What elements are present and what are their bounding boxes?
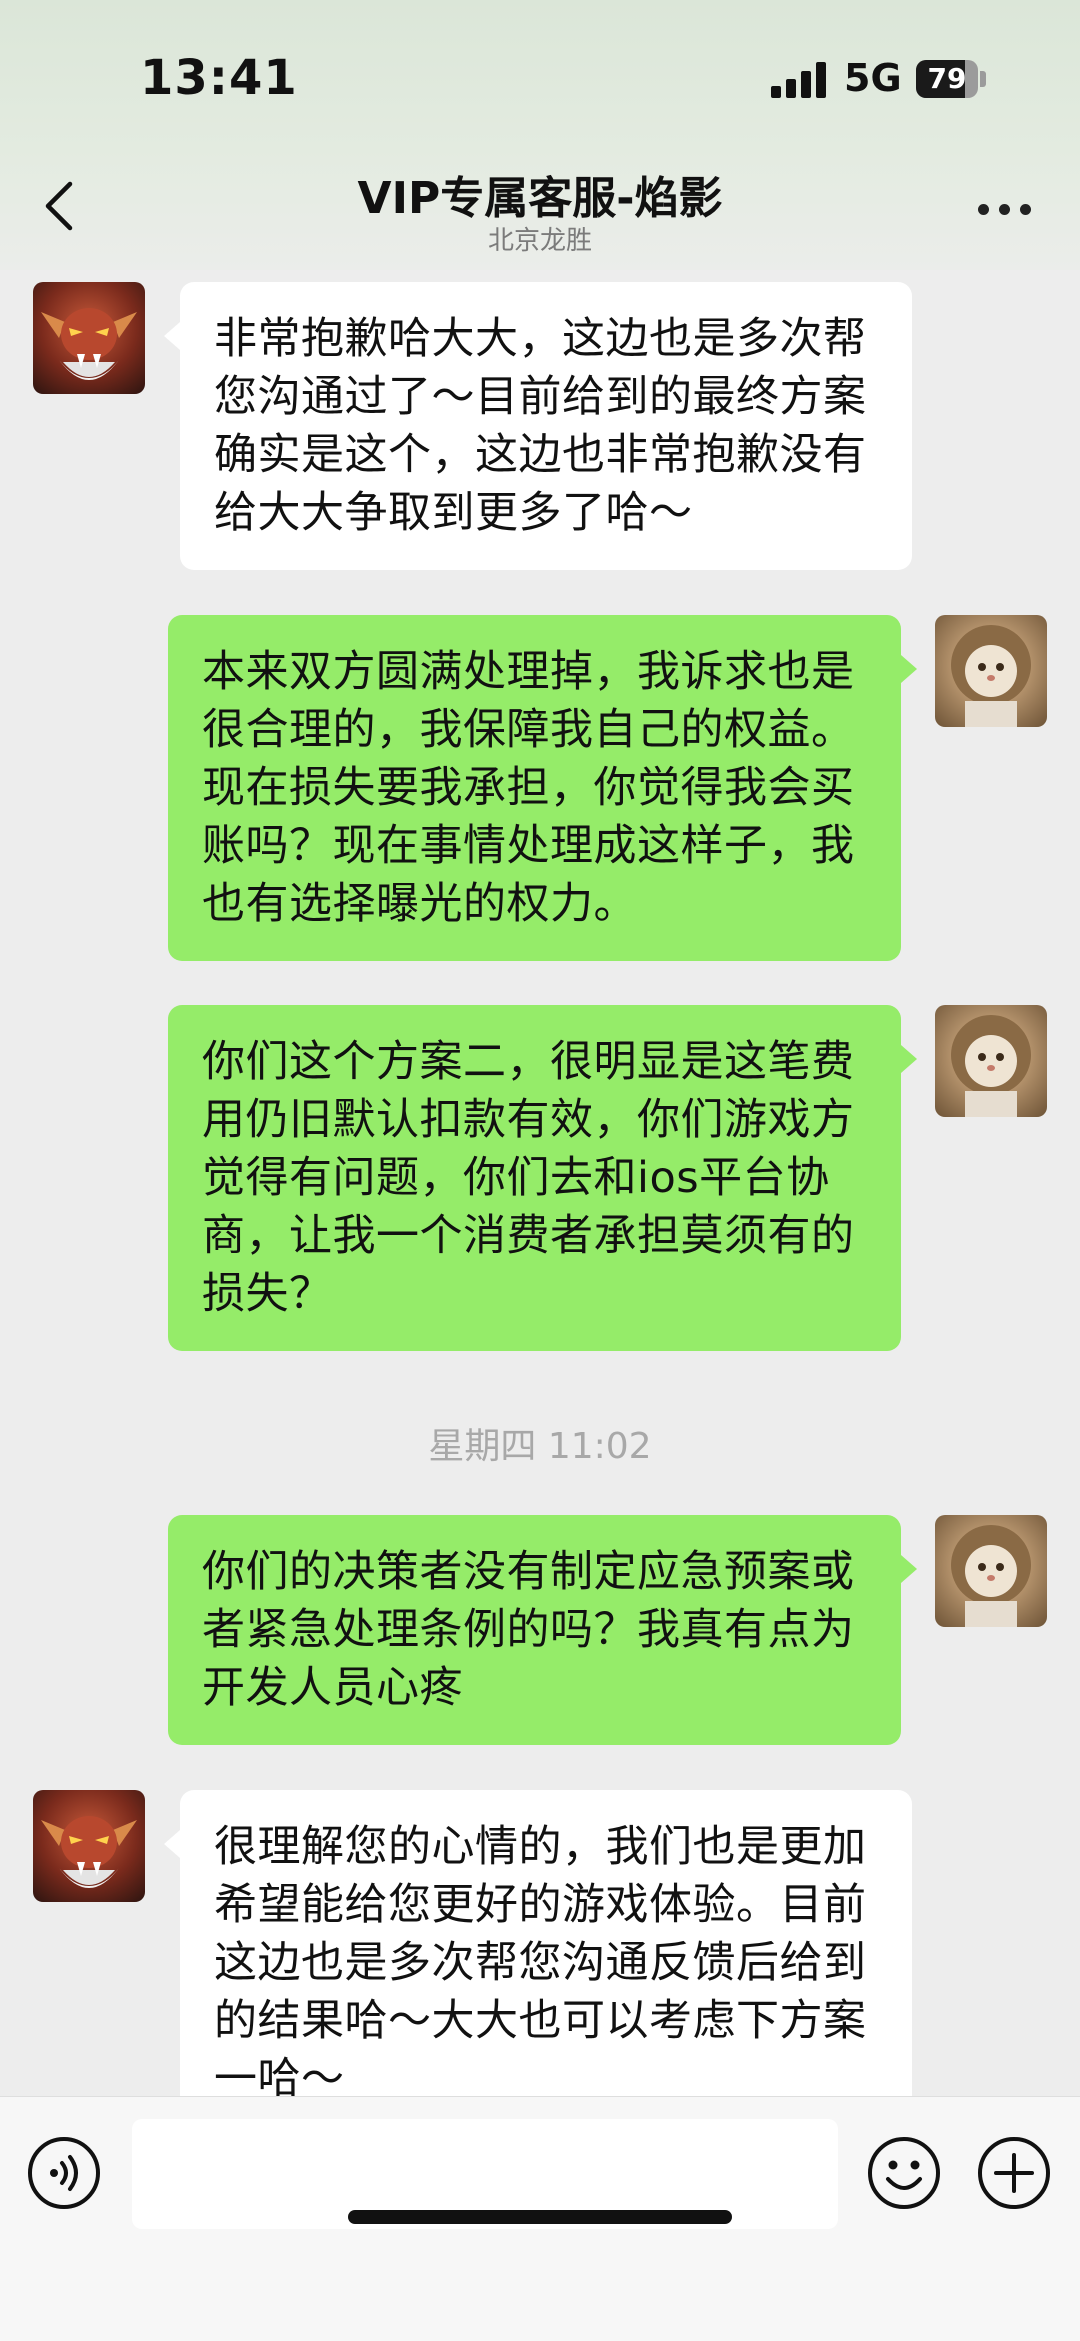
message-bubble-outgoing[interactable]: 本来双方圆满处理掉，我诉求也是很合理的，我保障我自己的权益。现在损失要我承担，你… xyxy=(168,615,917,961)
message-bubble-outgoing[interactable]: 你们这个方案二，很明显是这笔费用仍旧默认扣款有效，你们游戏方觉得有问题，你们去和… xyxy=(168,1005,917,1351)
chat-screen: 13:41 5G 79 VIP专属客服-焰影 北京龙胜 非常抱歉哈大大，这边也是… xyxy=(0,0,1080,2341)
chat-subtitle: 北京龙胜 xyxy=(487,226,592,256)
emoji-button[interactable] xyxy=(866,2135,942,2211)
my-avatar[interactable] xyxy=(935,1005,1047,1117)
battery-icon: 79 xyxy=(916,60,978,98)
message-text: 你们的决策者没有制定应急预案或者紧急处理条例的吗？我真有点为开发人员心疼 xyxy=(202,1547,855,1713)
message-bubble-incoming[interactable]: 很理解您的心情的，我们也是更加希望能给您更好的游戏体验。目前这边也是多次帮您沟通… xyxy=(164,1790,912,2096)
orc-avatar-icon xyxy=(41,308,137,380)
message-text: 本来双方圆满处理掉，我诉求也是很合理的，我保障我自己的权益。现在损失要我承担，你… xyxy=(202,647,855,929)
my-avatar[interactable] xyxy=(935,1515,1047,1627)
agent-avatar[interactable] xyxy=(33,282,145,394)
cat-avatar-icon xyxy=(951,625,1031,727)
plus-icon xyxy=(978,2137,1050,2209)
plus-button[interactable] xyxy=(976,2135,1052,2211)
message-list[interactable]: 非常抱歉哈大大，这边也是多次帮您沟通过了～目前给到的最终方案确实是这个，这边也非… xyxy=(0,270,1080,2096)
header-area: 13:41 5G 79 VIP专属客服-焰影 北京龙胜 xyxy=(0,0,1080,270)
voice-icon xyxy=(28,2137,100,2209)
cat-avatar-icon xyxy=(951,1525,1031,1627)
emoji-icon xyxy=(868,2137,940,2209)
signal-strength-icon xyxy=(771,62,827,98)
message-bubble-outgoing[interactable]: 你们的决策者没有制定应急预案或者紧急处理条例的吗？我真有点为开发人员心疼 xyxy=(168,1515,917,1745)
my-avatar[interactable] xyxy=(935,615,1047,727)
message-text: 非常抱歉哈大大，这边也是多次帮您沟通过了～目前给到的最终方案确实是这个，这边也非… xyxy=(214,314,867,538)
orc-avatar-icon xyxy=(41,1816,137,1888)
more-dot-icon xyxy=(978,204,989,215)
more-dot-icon xyxy=(1020,204,1031,215)
message-bubble-incoming[interactable]: 非常抱歉哈大大，这边也是多次帮您沟通过了～目前给到的最终方案确实是这个，这边也非… xyxy=(164,282,912,570)
home-indicator[interactable] xyxy=(348,2210,732,2224)
battery-tip xyxy=(980,71,986,87)
more-dot-icon xyxy=(999,204,1010,215)
message-timestamp: 星期四 11:02 xyxy=(428,1426,652,1467)
message-text: 你们这个方案二，很明显是这笔费用仍旧默认扣款有效，你们游戏方觉得有问题，你们去和… xyxy=(202,1037,855,1319)
cat-avatar-icon xyxy=(951,1015,1031,1117)
agent-avatar[interactable] xyxy=(33,1790,145,1902)
network-type: 5G xyxy=(844,56,902,100)
voice-button[interactable] xyxy=(26,2135,102,2211)
message-text: 很理解您的心情的，我们也是更加希望能给您更好的游戏体验。目前这边也是多次帮您沟通… xyxy=(214,1822,867,2096)
battery-percent: 79 xyxy=(927,62,967,95)
chat-title: VIP专属客服-焰影 xyxy=(357,173,723,224)
more-options-button[interactable] xyxy=(970,190,1040,230)
status-time: 13:41 xyxy=(140,50,298,106)
